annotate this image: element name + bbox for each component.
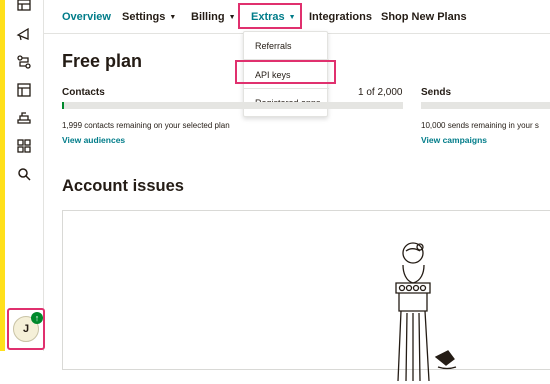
search-icon[interactable] bbox=[15, 165, 33, 183]
contacts-progress-fill bbox=[62, 102, 64, 109]
integrations-icon[interactable] bbox=[15, 137, 33, 155]
website-icon[interactable] bbox=[15, 81, 33, 99]
sidebar: J ↑ bbox=[5, 0, 45, 351]
content-icon[interactable] bbox=[15, 109, 33, 127]
campaigns-icon[interactable] bbox=[15, 0, 33, 15]
contacts-progress-bar bbox=[62, 102, 403, 109]
sends-label: Sends bbox=[421, 87, 452, 98]
tab-overview[interactable]: Overview bbox=[62, 11, 111, 23]
tab-settings-label: Settings bbox=[122, 11, 166, 23]
view-campaigns-link[interactable]: View campaigns bbox=[421, 135, 487, 145]
chevron-down-icon: ▼ bbox=[228, 14, 236, 21]
tab-billing[interactable]: Billing ▼ bbox=[191, 11, 236, 23]
menu-item-referrals[interactable]: Referrals bbox=[255, 41, 292, 51]
chevron-down-icon: ▼ bbox=[169, 14, 177, 21]
page-title: Free plan bbox=[62, 51, 143, 71]
contacts-remaining-text: 1,999 contacts remaining on your selecte… bbox=[62, 121, 230, 130]
sends-remaining-text: 10,000 sends remaining in your s bbox=[421, 121, 539, 130]
account-issues-card bbox=[62, 210, 550, 382]
menu-divider bbox=[244, 88, 329, 89]
megaphone-icon[interactable] bbox=[15, 25, 33, 43]
contacts-label: Contacts bbox=[62, 87, 105, 98]
view-audiences-link[interactable]: View audiences bbox=[62, 135, 125, 145]
api-keys-highlight bbox=[235, 60, 336, 84]
automations-icon[interactable] bbox=[15, 53, 33, 71]
tab-shop-new-plans[interactable]: Shop New Plans bbox=[381, 11, 467, 23]
tab-integrations[interactable]: Integrations bbox=[309, 11, 372, 23]
illustration-figure bbox=[395, 242, 457, 382]
contacts-count: 1 of 2,000 bbox=[358, 87, 403, 98]
tab-billing-label: Billing bbox=[191, 11, 225, 23]
extras-highlight bbox=[238, 3, 302, 29]
sends-progress-bar bbox=[421, 102, 550, 109]
account-avatar-highlight[interactable]: J ↑ bbox=[7, 308, 45, 350]
account-issues-heading: Account issues bbox=[62, 177, 184, 195]
upgrade-arrow-icon: ↑ bbox=[31, 312, 43, 324]
tab-settings[interactable]: Settings ▼ bbox=[122, 11, 176, 23]
